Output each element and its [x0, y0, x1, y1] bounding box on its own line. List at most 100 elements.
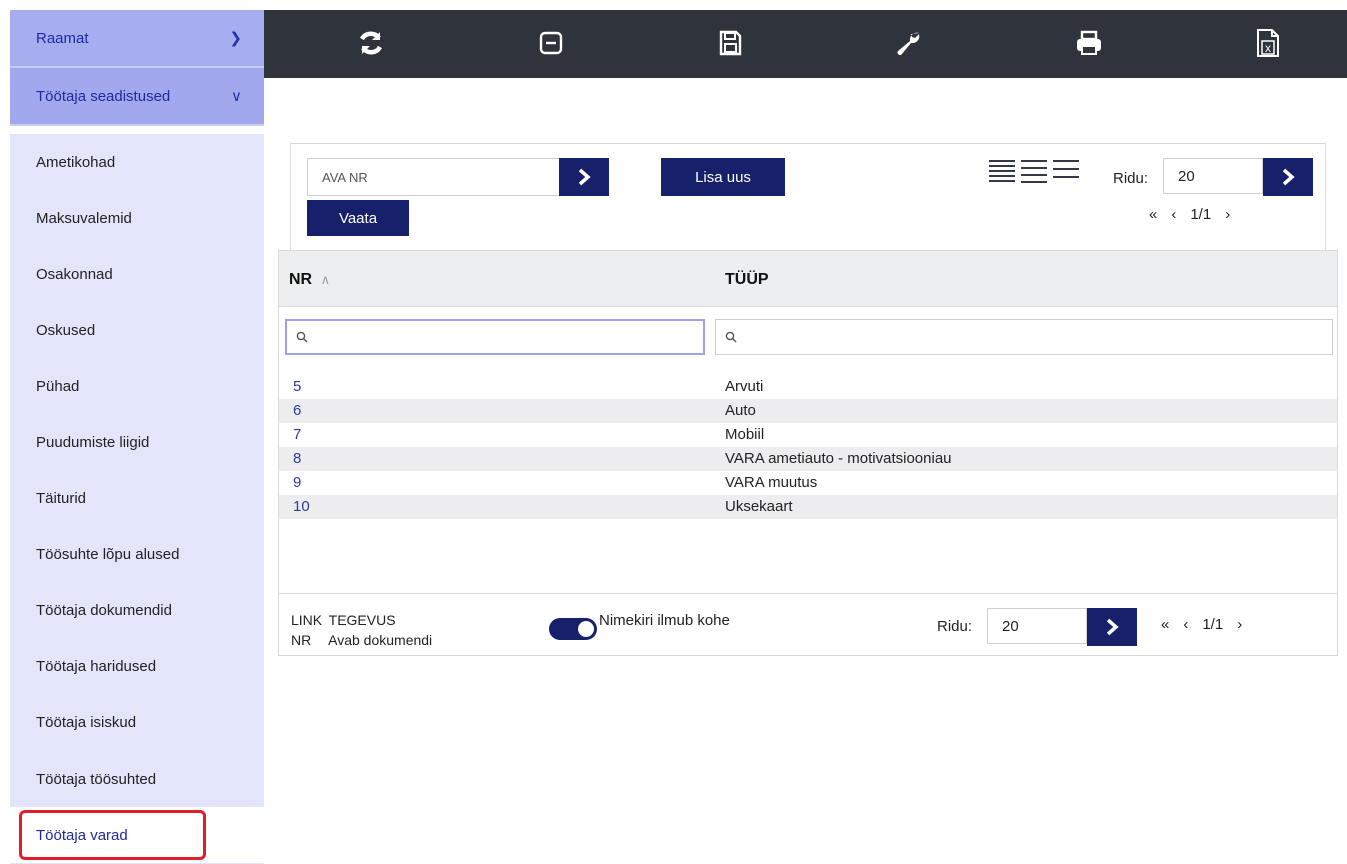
search-icon: [725, 331, 737, 343]
compact-view-icon[interactable]: [1053, 160, 1079, 183]
pager-top: « ‹ 1/1 ›: [1149, 206, 1230, 223]
table-row: 6 Auto: [279, 399, 1337, 423]
sidebar-item-taiturid[interactable]: Täiturid: [10, 471, 264, 527]
nr-filter-input[interactable]: [285, 319, 705, 355]
sidebar: Raamat ❯ Töötaja seadistused ∨ Ametikoha…: [10, 10, 264, 864]
view-button[interactable]: Vaata: [307, 200, 409, 236]
sidebar-section-tootaja-seadistused[interactable]: Töötaja seadistused ∨: [10, 68, 264, 126]
nr-link[interactable]: 5: [293, 378, 301, 395]
prev-page-icon[interactable]: ‹: [1183, 616, 1188, 633]
excel-export-icon[interactable]: x: [1249, 24, 1287, 62]
sidebar-item-label: Maksuvalemid: [36, 209, 132, 227]
type-cell: VARA ametiauto - motivatsiooniau: [725, 450, 952, 467]
filter-panel: AVA NR Lisa uus Vaata Ridu: 20 « ‹ 1/1 ›: [290, 143, 1326, 253]
sidebar-item-label: Täiturid: [36, 490, 87, 508]
table-header: NR ∧ TÜÜP: [279, 251, 1337, 307]
rows-label: Ridu:: [937, 618, 973, 635]
nr-link[interactable]: 7: [293, 426, 301, 443]
sidebar-item-label: Töötaja isiskud: [36, 714, 137, 732]
legend-key: LINK: [291, 612, 323, 628]
dense-view-icon[interactable]: [989, 160, 1015, 183]
sidebar-item-maksuvalemid[interactable]: Maksuvalemid: [10, 190, 264, 246]
nr-link[interactable]: 10: [293, 498, 310, 515]
sidebar-item-label: Töötaja dokumendid: [36, 602, 172, 620]
print-icon[interactable]: [1070, 24, 1108, 62]
rows-value: 20: [1178, 167, 1195, 185]
sidebar-item-oskused[interactable]: Oskused: [10, 302, 264, 358]
sidebar-item-label: Oskused: [36, 321, 96, 339]
first-page-icon[interactable]: «: [1149, 206, 1157, 223]
link-legend: LINK TEGEVUS NR Avab dokumendi: [291, 610, 432, 650]
next-page-icon[interactable]: ›: [1237, 616, 1242, 633]
save-icon[interactable]: [711, 24, 749, 62]
open-nr-go-button[interactable]: [559, 158, 609, 196]
first-page-icon[interactable]: «: [1161, 616, 1169, 633]
search-icon: [296, 331, 308, 343]
sidebar-item-label: Töötaja haridused: [36, 658, 157, 676]
nr-link[interactable]: 9: [293, 474, 301, 491]
instant-list-toggle[interactable]: [549, 618, 597, 640]
table-row: 9 VARA muutus: [279, 471, 1337, 495]
sidebar-item-puudumiste-liigid[interactable]: Puudumiste liigid: [10, 414, 264, 470]
view-density-toggle: [989, 160, 1079, 183]
sidebar-section-label: Raamat: [36, 29, 89, 47]
rows-apply-button[interactable]: [1087, 608, 1137, 646]
minus-box-icon[interactable]: [532, 24, 570, 62]
toolbar: x: [264, 10, 1347, 78]
table-row: 7 Mobiil: [279, 423, 1337, 447]
refresh-icon[interactable]: [352, 24, 390, 62]
active-item-highlight: [19, 810, 206, 860]
table-footer: LINK TEGEVUS NR Avab dokumendi Nimekiri …: [279, 593, 1337, 657]
sidebar-item-label: Töötaja töösuhted: [36, 770, 157, 788]
type-cell: VARA muutus: [725, 474, 818, 491]
sidebar-item-label: Pühad: [36, 377, 80, 395]
toggle-knob: [578, 621, 594, 637]
wrench-icon[interactable]: [890, 24, 928, 62]
pager-bottom: « ‹ 1/1 ›: [1161, 616, 1242, 633]
tyup-filter-input[interactable]: [715, 319, 1333, 355]
open-nr-input[interactable]: AVA NR: [307, 158, 559, 196]
sidebar-item-label: Töösuhte lõpu alused: [36, 546, 180, 564]
legend-value: TEGEVUS: [328, 612, 396, 628]
column-header-nr[interactable]: NR ∧: [289, 271, 330, 289]
chevron-right-icon: [1106, 618, 1119, 636]
sidebar-item-list: Ametikohad Maksuvalemid Osakonnad Oskuse…: [10, 134, 264, 864]
rows-per-page-input[interactable]: 20: [987, 608, 1087, 644]
sidebar-item-puhad[interactable]: Pühad: [10, 358, 264, 414]
svg-text:x: x: [1265, 41, 1271, 55]
sidebar-item-label: Puudumiste liigid: [36, 434, 150, 452]
column-header-label: NR: [289, 271, 313, 288]
page-indicator: 1/1: [1190, 206, 1212, 223]
chevron-down-icon: ∨: [231, 88, 242, 105]
instant-list-label: Nimekiri ilmub kohe: [599, 612, 730, 629]
column-header-tyup[interactable]: TÜÜP: [725, 271, 769, 289]
rows-apply-button[interactable]: [1263, 158, 1313, 196]
sidebar-item-tootaja-toosuhted[interactable]: Töötaja töösuhted: [10, 751, 264, 807]
table-row: 8 VARA ametiauto - motivatsiooniau: [279, 447, 1337, 471]
normal-view-icon[interactable]: [1021, 160, 1047, 183]
type-cell: Uksekaart: [725, 498, 793, 515]
sidebar-item-tootaja-dokumendid[interactable]: Töötaja dokumendid: [10, 583, 264, 639]
sidebar-item-toosuhte-lopu-alused[interactable]: Töösuhte lõpu alused: [10, 527, 264, 583]
add-new-button[interactable]: Lisa uus: [661, 158, 785, 196]
sidebar-item-tootaja-isiskud[interactable]: Töötaja isiskud: [10, 695, 264, 751]
filter-row: [279, 307, 1337, 361]
sidebar-item-tootaja-haridused[interactable]: Töötaja haridused: [10, 639, 264, 695]
sort-asc-icon: ∧: [320, 272, 331, 287]
type-cell: Arvuti: [725, 378, 764, 395]
prev-page-icon[interactable]: ‹: [1171, 206, 1176, 223]
rows-per-page-input[interactable]: 20: [1163, 158, 1263, 194]
sidebar-item-osakonnad[interactable]: Osakonnad: [10, 246, 264, 302]
sidebar-item-ametikohad[interactable]: Ametikohad: [10, 134, 264, 190]
sidebar-section-label: Töötaja seadistused: [36, 87, 171, 105]
rows-label: Ridu:: [1113, 170, 1149, 187]
type-cell: Mobiil: [725, 426, 765, 443]
chevron-right-icon: [1282, 168, 1295, 186]
next-page-icon[interactable]: ›: [1225, 206, 1230, 223]
table-row: 5 Arvuti: [279, 375, 1337, 399]
nr-link[interactable]: 6: [293, 402, 301, 419]
legend-key: NR: [291, 632, 312, 648]
nr-link[interactable]: 8: [293, 450, 301, 467]
rows-value: 20: [1002, 617, 1019, 635]
sidebar-section-raamat[interactable]: Raamat ❯: [10, 10, 264, 68]
